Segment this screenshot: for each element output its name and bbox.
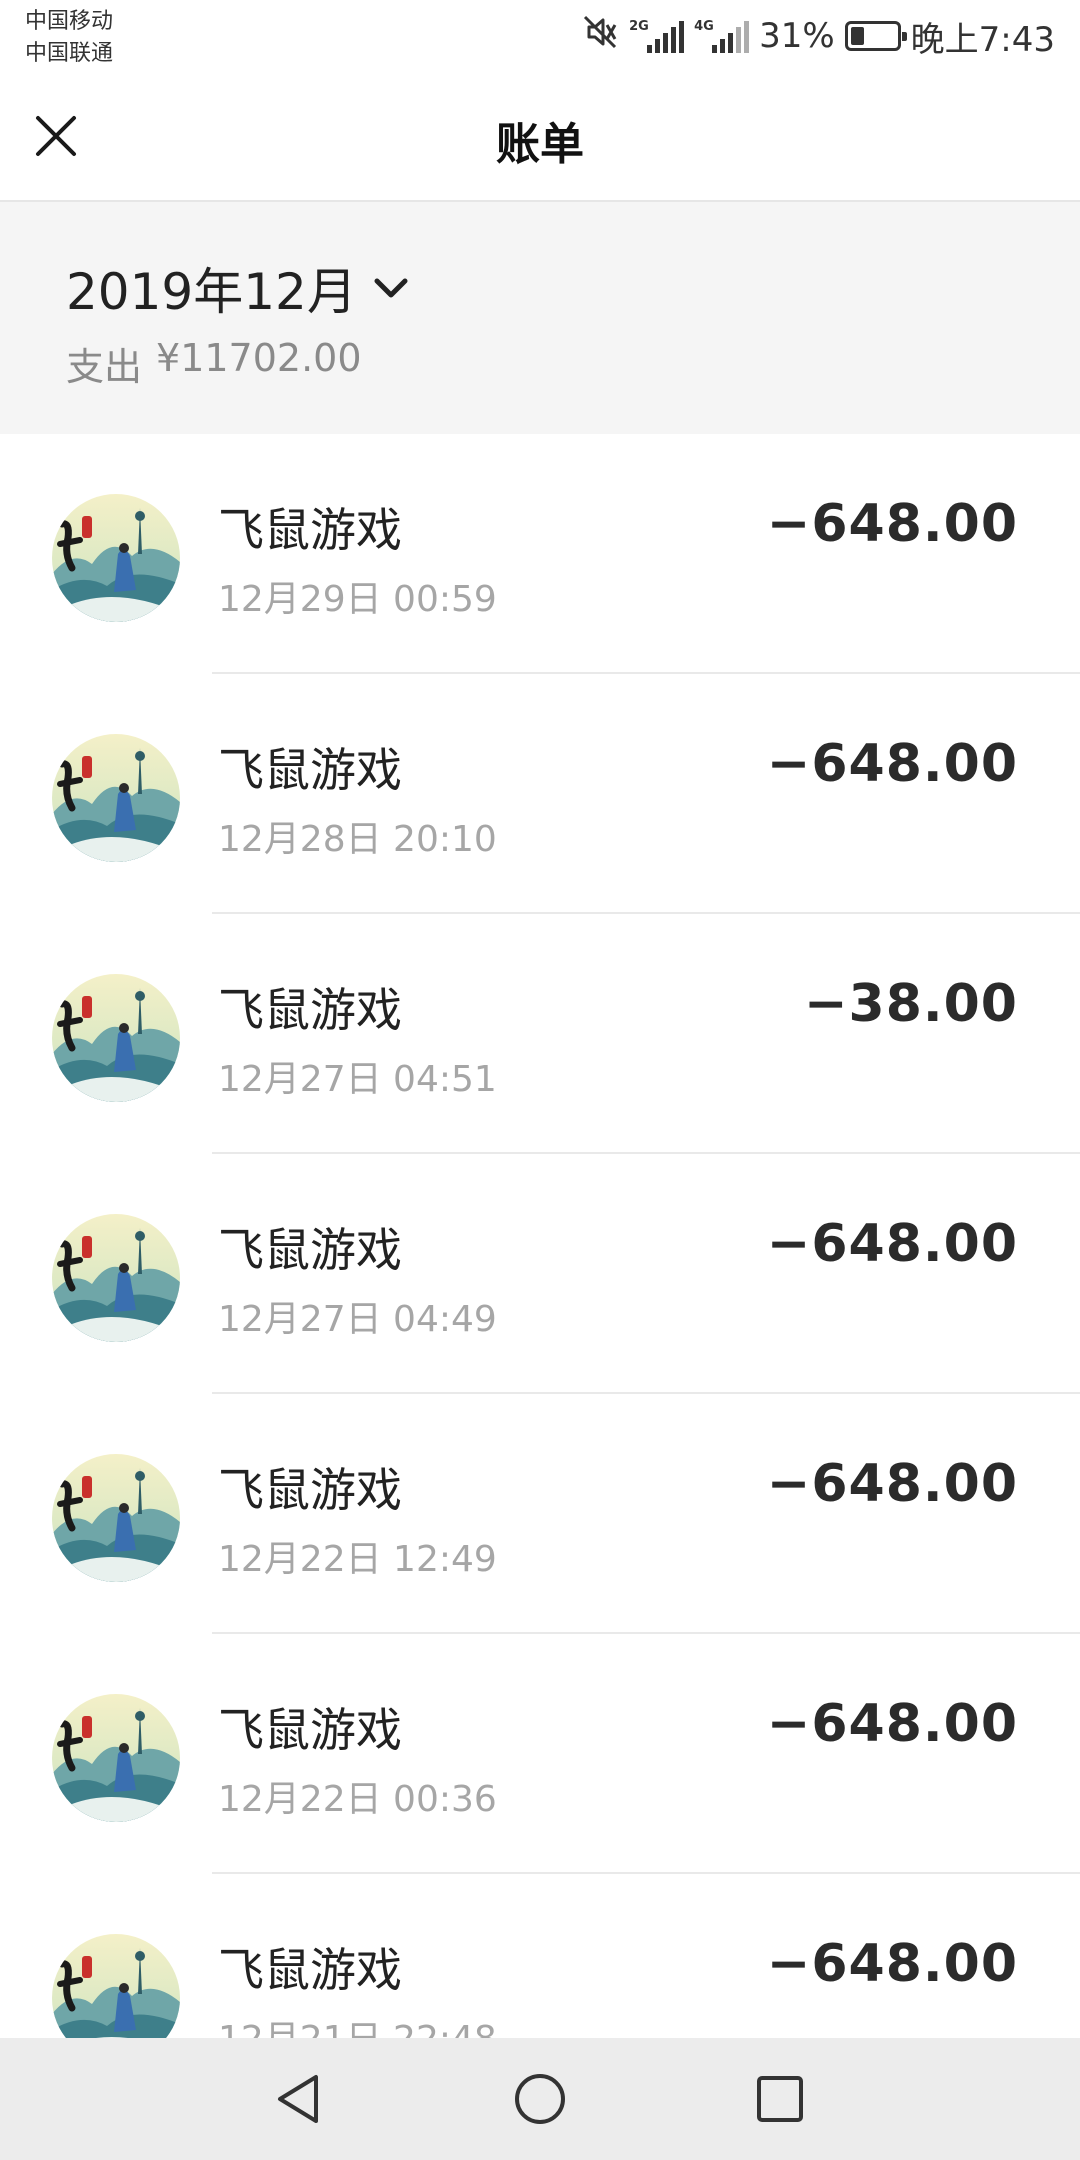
back-icon [278, 2075, 318, 2123]
clock: 晚上7:43 [910, 19, 1055, 60]
transaction-row[interactable]: 飞鼠游戏 12月27日 04:51 −38.00 [0, 914, 1080, 1154]
transaction-list[interactable]: 飞鼠游戏 12月29日 00:59 −648.00 飞鼠游戏 12月28日 20… [0, 434, 1080, 2038]
transaction-amount: −648.00 [766, 1214, 1018, 1274]
signal-icon-2: 4G [694, 19, 750, 53]
transaction-amount: −648.00 [766, 1694, 1018, 1754]
transaction-time: 12月29日 00:59 [218, 579, 497, 620]
battery-percent: 31% [759, 16, 835, 56]
transaction-amount: −648.00 [766, 1454, 1018, 1514]
merchant-avatar [52, 974, 180, 1102]
spend-summary: 支出 ¥11702.00 [66, 336, 362, 391]
carrier-2: 中国联通 [25, 41, 114, 66]
title-bar: 账单 [0, 70, 1080, 202]
transaction-time: 12月28日 20:10 [218, 819, 497, 860]
month-picker[interactable]: 2019年12月 [66, 252, 409, 324]
merchant-name: 飞鼠游戏 [218, 1223, 402, 1277]
transaction-time: 12月27日 04:51 [218, 1059, 497, 1100]
status-indicators: 2G 4G 31% 晚上7:43 [581, 13, 1055, 60]
transaction-row[interactable]: 飞鼠游戏 12月27日 04:49 −648.00 [0, 1154, 1080, 1394]
chevron-down-icon [374, 278, 408, 298]
transaction-row[interactable]: 飞鼠游戏 12月22日 00:36 −648.00 [0, 1634, 1080, 1874]
merchant-avatar [52, 494, 180, 622]
transaction-time: 12月22日 12:49 [218, 1539, 497, 1580]
spend-label: 支出 [66, 345, 143, 389]
transaction-row[interactable]: 飞鼠游戏 12月21日 22:48 −648.00 [0, 1874, 1080, 2038]
signal-icon-1: 2G [629, 19, 685, 53]
merchant-avatar [52, 1454, 180, 1582]
mute-icon [581, 13, 619, 60]
transaction-row[interactable]: 飞鼠游戏 12月22日 12:49 −648.00 [0, 1394, 1080, 1634]
home-button[interactable] [495, 2054, 585, 2144]
transaction-row[interactable]: 飞鼠游戏 12月28日 20:10 −648.00 [0, 674, 1080, 914]
battery-icon [844, 21, 907, 51]
navigation-bar [0, 2038, 1080, 2160]
merchant-name: 飞鼠游戏 [218, 1943, 402, 1997]
merchant-name: 飞鼠游戏 [218, 743, 402, 797]
merchant-avatar [52, 734, 180, 862]
carrier-info: 中国移动 中国联通 [25, 6, 113, 70]
transaction-time: 12月22日 00:36 [218, 1779, 497, 1820]
month-summary: 2019年12月 支出 ¥11702.00 [0, 202, 1080, 434]
carrier-1: 中国移动 [25, 9, 114, 34]
spend-amount: ¥11702.00 [156, 336, 362, 380]
transaction-row[interactable]: 飞鼠游戏 12月29日 00:59 −648.00 [0, 434, 1080, 674]
status-bar: 中国移动 中国联通 2G 4G 31% 晚上7:43 [0, 0, 1080, 70]
back-button[interactable] [255, 2054, 345, 2144]
merchant-name: 飞鼠游戏 [218, 1703, 402, 1757]
merchant-name: 飞鼠游戏 [218, 983, 402, 1037]
transaction-amount: −648.00 [766, 494, 1018, 554]
merchant-avatar [52, 1934, 180, 2038]
transaction-time: 12月21日 22:48 [218, 2010, 497, 2038]
recents-button[interactable] [735, 2054, 825, 2144]
transaction-amount: −648.00 [766, 734, 1018, 794]
home-icon [515, 2074, 565, 2124]
transaction-amount: −38.00 [803, 974, 1018, 1034]
transaction-time: 12月27日 04:49 [218, 1299, 497, 1340]
month-label: 2019年12月 [66, 263, 357, 321]
transaction-amount: −648.00 [766, 1934, 1018, 1994]
recents-icon [757, 2076, 803, 2122]
merchant-name: 飞鼠游戏 [218, 503, 402, 557]
page-title: 账单 [496, 119, 584, 170]
merchant-name: 飞鼠游戏 [218, 1463, 402, 1517]
merchant-avatar [52, 1214, 180, 1342]
merchant-avatar [52, 1694, 180, 1822]
